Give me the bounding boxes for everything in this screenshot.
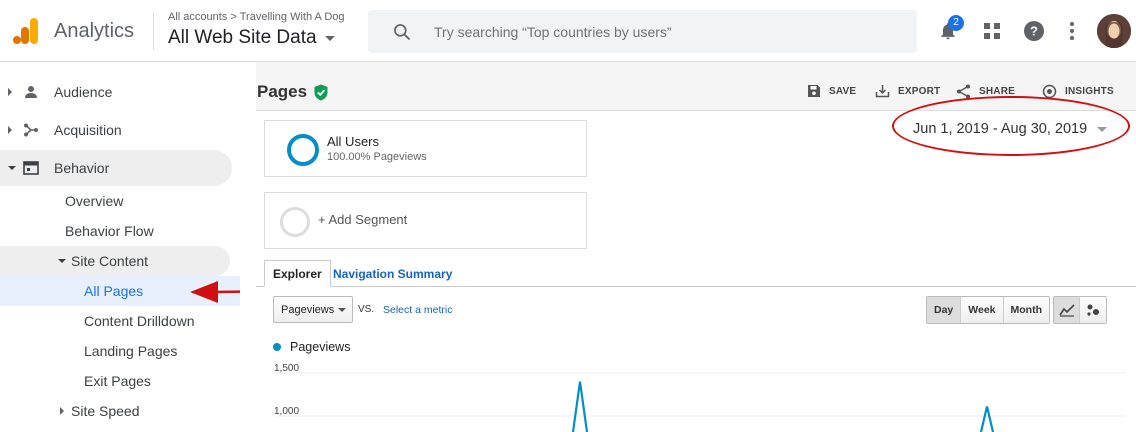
sidebar-item-acquisition[interactable]: Acquisition xyxy=(0,112,232,148)
sidebar-item-exit-pages[interactable]: Exit Pages xyxy=(84,366,151,396)
share-icon xyxy=(957,84,970,99)
apps-button[interactable] xyxy=(980,19,1004,43)
top-app-bar: Analytics All accounts > Travelling With A… xyxy=(0,0,1136,62)
avatar-photo-icon xyxy=(1097,14,1131,48)
add-segment-label: + Add Segment xyxy=(318,212,408,227)
breadcrumb-property[interactable]: Travelling With A Dog xyxy=(240,11,345,23)
save-icon xyxy=(808,85,820,97)
sidebar-item-landing-pages[interactable]: Landing Pages xyxy=(84,336,177,366)
sidebar-item-overview[interactable]: Overview xyxy=(65,186,123,216)
app-title: Analytics xyxy=(54,20,135,42)
sidebar-item-label: Site Speed xyxy=(71,403,140,419)
line-chart-icon xyxy=(1058,304,1075,317)
line-chart-button[interactable] xyxy=(1054,297,1080,323)
help-button[interactable]: ? xyxy=(1022,19,1046,43)
granularity-day-button[interactable]: Day xyxy=(927,297,962,323)
sidebar-item-label: All Pages xyxy=(84,283,144,299)
segment-percentage: 100.00% Pageviews xyxy=(327,151,427,163)
header-divider xyxy=(153,12,154,50)
view-selector[interactable]: All Web Site Data xyxy=(168,27,335,49)
annotation-circle xyxy=(892,96,1130,156)
sidebar-item-site-speed[interactable]: Site Speed xyxy=(0,396,230,426)
sidebar-nav: Audience Acquisition Behavior Overview B… xyxy=(0,62,240,432)
legend-label: Pageviews xyxy=(290,340,351,354)
chart-legend: Pageviews xyxy=(273,340,350,354)
chart-type-toggle xyxy=(1053,296,1107,324)
metric-dropdown[interactable]: Pageviews xyxy=(273,296,353,323)
view-name: All Web Site Data xyxy=(168,27,317,48)
svg-text:?: ? xyxy=(1030,24,1038,39)
notification-badge: 2 xyxy=(948,15,964,31)
tab-navigation-summary[interactable]: Navigation Summary xyxy=(325,260,460,287)
caret-down-icon xyxy=(338,307,346,312)
y-tick-1500: 1,500 xyxy=(274,363,299,374)
search-icon xyxy=(394,23,411,40)
person-icon xyxy=(22,83,40,101)
sidebar-item-audience[interactable]: Audience xyxy=(0,74,232,110)
tab-explorer[interactable]: Explorer xyxy=(264,260,331,287)
sidebar-item-content-drilldown[interactable]: Content Drilldown xyxy=(84,306,195,336)
segment-name: All Users xyxy=(327,134,380,149)
breadcrumb[interactable]: All accounts > Travelling With A Dog xyxy=(168,11,345,23)
segment-ring-icon xyxy=(287,134,319,166)
acquisition-icon xyxy=(22,121,40,139)
sidebar-item-behavior[interactable]: Behavior xyxy=(0,150,232,186)
insights-label: INSIGHTS xyxy=(1065,86,1114,97)
help-icon: ? xyxy=(1024,21,1044,41)
export-button[interactable]: EXPORT xyxy=(875,84,940,98)
search-bar[interactable] xyxy=(368,10,917,53)
collapse-arrow-icon xyxy=(8,166,16,170)
legend-dot-icon xyxy=(273,343,281,351)
export-label: EXPORT xyxy=(898,85,941,97)
insights-button[interactable]: INSIGHTS xyxy=(1042,84,1114,99)
granularity-week-button[interactable]: Week xyxy=(961,297,1004,323)
caret-down-icon xyxy=(324,35,335,41)
analytics-logo-icon[interactable] xyxy=(12,17,40,45)
sidebar-item-label: Acquisition xyxy=(54,122,122,138)
select-metric-link[interactable]: Select a metric xyxy=(383,304,452,316)
collapse-arrow-icon xyxy=(58,259,66,263)
vs-label: VS. xyxy=(358,304,375,315)
add-segment-button[interactable]: + Add Segment xyxy=(264,192,587,249)
sidebar-item-label: Behavior xyxy=(54,160,110,176)
report-title: Pages xyxy=(257,82,308,101)
pageviews-chart: 1,500 1,000 xyxy=(274,363,1126,432)
save-button[interactable]: SAVE xyxy=(807,84,856,98)
sidebar-item-label: Audience xyxy=(54,84,113,100)
sidebar-item-site-content[interactable]: Site Content xyxy=(0,246,230,276)
avatar[interactable] xyxy=(1097,14,1131,48)
motion-chart-icon xyxy=(1087,304,1099,316)
granularity-month-button[interactable]: Month xyxy=(1003,297,1050,323)
granularity-toggle: Day Week Month xyxy=(926,296,1051,324)
report-area: Pages SAVE EXPORT SHARE INSIGHTS All Use… xyxy=(240,62,1136,432)
expand-arrow-icon xyxy=(8,88,12,96)
export-icon xyxy=(875,85,890,98)
save-label: SAVE xyxy=(829,85,857,97)
empty-segment-ring-icon xyxy=(280,207,310,237)
behavior-icon xyxy=(22,159,40,177)
y-tick-1000: 1,000 xyxy=(274,406,299,417)
expand-arrow-icon xyxy=(60,407,64,415)
segment-all-users[interactable]: All Users 100.00% Pageviews xyxy=(264,120,587,177)
sidebar-item-label: Site Content xyxy=(71,253,149,269)
verified-check-icon xyxy=(314,84,328,100)
page-title: Pages xyxy=(257,82,329,102)
breadcrumb-separator: > xyxy=(230,11,237,23)
motion-chart-button[interactable] xyxy=(1080,297,1106,323)
notifications-button[interactable]: 2 xyxy=(936,15,964,43)
search-input[interactable] xyxy=(434,23,894,40)
apps-grid-icon xyxy=(984,23,1000,39)
more-options-button[interactable] xyxy=(1060,19,1084,43)
breadcrumb-account-level[interactable]: All accounts xyxy=(168,11,227,23)
more-vert-icon xyxy=(1070,22,1074,40)
pageviews-line-segment xyxy=(979,406,995,432)
sidebar-item-behavior-flow[interactable]: Behavior Flow xyxy=(65,216,154,246)
pageviews-line-segment xyxy=(571,381,589,432)
expand-arrow-icon xyxy=(8,126,12,134)
metric-dropdown-value: Pageviews xyxy=(281,303,335,316)
